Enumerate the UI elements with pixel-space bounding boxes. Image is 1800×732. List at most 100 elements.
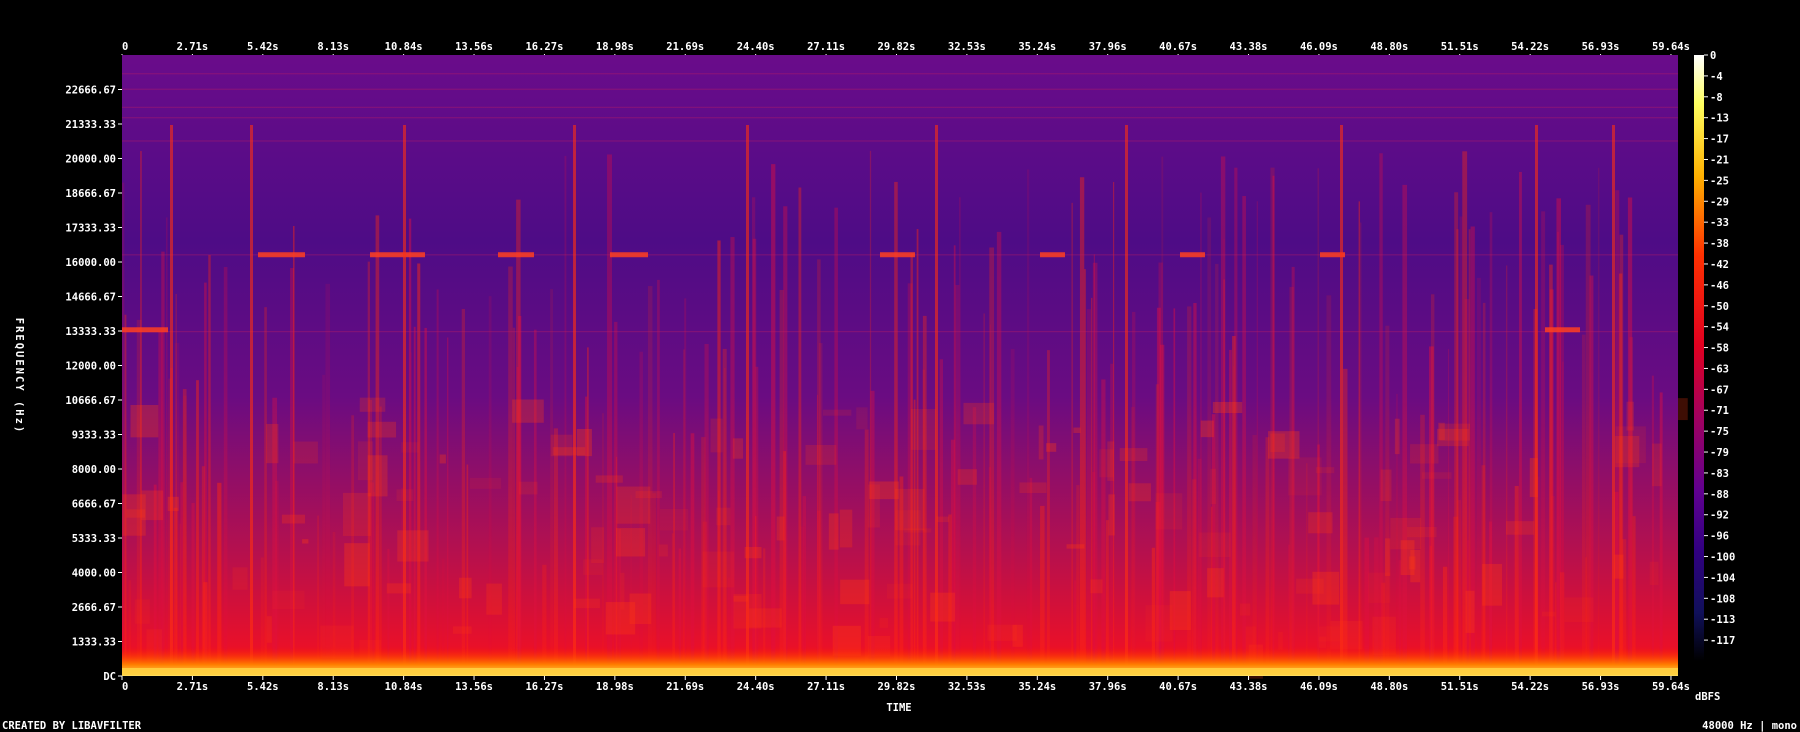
energy-streak (436, 289, 439, 676)
energy-blob (894, 488, 925, 531)
energy-streak (1029, 477, 1033, 676)
energy-blob (397, 530, 429, 562)
tone-segment (880, 252, 915, 258)
energy-blob (910, 408, 937, 450)
energy-blob (1169, 591, 1191, 631)
colorbar-tick-label: -58 (1710, 343, 1729, 355)
energy-streak (1232, 336, 1236, 676)
colorbar-tick-label: -33 (1710, 217, 1729, 229)
tone-segment (1545, 327, 1580, 333)
tone-segment (122, 327, 168, 333)
energy-streak (413, 326, 416, 676)
transient-line (1612, 125, 1615, 676)
energy-blob (987, 624, 1017, 641)
energy-blob (272, 590, 305, 610)
energy-streak (586, 347, 589, 676)
energy-blob (167, 496, 179, 512)
energy-blob (1541, 611, 1556, 617)
energy-streak (1207, 217, 1212, 676)
time-tick-label: 51.51s (1441, 681, 1479, 693)
energy-streak (717, 240, 721, 676)
energy-streak (1197, 458, 1202, 676)
energy-streak (183, 395, 187, 676)
energy-blob (1649, 561, 1659, 585)
energy-blob (620, 572, 625, 610)
energy-blob (1368, 572, 1391, 603)
colorbar-tick-label: -71 (1710, 405, 1729, 417)
colorbar-tick-label: -67 (1710, 384, 1729, 396)
energy-streak (1076, 485, 1080, 676)
energy-streak (704, 343, 709, 676)
colorbar-tick-label: -83 (1710, 468, 1729, 480)
colorbar-tick-label: -79 (1710, 447, 1729, 459)
energy-blob (732, 438, 744, 459)
energy-streak (1476, 277, 1481, 676)
energy-blob (1615, 426, 1646, 464)
tonal-line (122, 73, 1678, 75)
time-tick-label: 35.24s (1018, 681, 1056, 693)
energy-streak (1519, 171, 1522, 676)
colorbar-tick-label: -113 (1710, 614, 1735, 626)
tonal-line (122, 140, 1678, 142)
energy-streak (466, 464, 469, 676)
time-tick-label: 10.84s (385, 681, 423, 693)
energy-blob (386, 583, 411, 594)
tonal-line (122, 331, 1678, 333)
energy-streak (983, 313, 985, 676)
energy-blob (1073, 427, 1081, 434)
energy-streak (122, 182, 125, 676)
energy-blob (1038, 425, 1044, 460)
energy-blob (1421, 472, 1452, 479)
spectrogram-chart: 0 2.71s 5.42s 8.13s 10.84s 13.56s 16.27s 18.98s… (2, 41, 1797, 732)
energy-blob (1677, 398, 1688, 421)
frequency-tick-label: 1333.33 (72, 637, 116, 649)
time-tick-label: 48.80s (1370, 41, 1408, 53)
energy-blob (1438, 422, 1445, 440)
energy-streak (264, 307, 267, 676)
frequency-tick-label: 5333.33 (72, 533, 116, 545)
energy-streak (275, 480, 279, 676)
energy-blob (930, 592, 956, 622)
energy-streak (1223, 239, 1225, 676)
energy-streak (783, 451, 787, 676)
energy-streak (208, 255, 211, 676)
energy-blob (1315, 467, 1335, 474)
energy-streak (564, 155, 567, 676)
energy-blob (367, 421, 397, 438)
energy-blob (1212, 401, 1243, 414)
energy-blob (936, 516, 950, 523)
frequency-tick-label: 9333.33 (72, 430, 116, 442)
energy-blob (452, 626, 472, 634)
frequency-tick-label: 21333.33 (65, 119, 116, 131)
time-tick-label: 43.38s (1230, 681, 1268, 693)
energy-blob (591, 527, 605, 564)
energy-streak (996, 231, 1002, 677)
energy-blob (1330, 620, 1363, 650)
energy-blob (840, 579, 870, 605)
colorbar-tick-label: -8 (1710, 92, 1723, 104)
x-axis-label: TIME (886, 702, 911, 714)
energy-streak (771, 164, 776, 677)
energy-streak (834, 207, 838, 676)
energy-blob (776, 516, 785, 541)
time-tick-label: 29.82s (878, 41, 916, 53)
colorbar-tick-label: -50 (1710, 301, 1729, 313)
colorbar-tick-label: -21 (1710, 154, 1729, 166)
time-tick-label: 59.64s (1652, 41, 1690, 53)
frequency-axis: DC 1333.33 2666.67 4000.00 5333.33 6666.67 800… (65, 85, 122, 683)
energy-blob (1652, 443, 1662, 487)
colorbar-gradient (1694, 55, 1704, 661)
energy-streak (1459, 216, 1463, 676)
energy-blob (1613, 554, 1624, 579)
frequency-tick-label: 17333.33 (65, 223, 116, 235)
energy-streak (959, 197, 961, 676)
energy-streak (1265, 437, 1270, 676)
time-tick-label: 24.40s (737, 681, 775, 693)
energy-blob (439, 454, 446, 464)
energy-streak (223, 267, 228, 676)
transient-line (403, 125, 406, 676)
time-tick-label: 29.82s (878, 681, 916, 693)
frequency-tick-label: 4000.00 (72, 568, 116, 580)
energy-blob (1312, 571, 1340, 605)
energy-streak (690, 433, 695, 676)
